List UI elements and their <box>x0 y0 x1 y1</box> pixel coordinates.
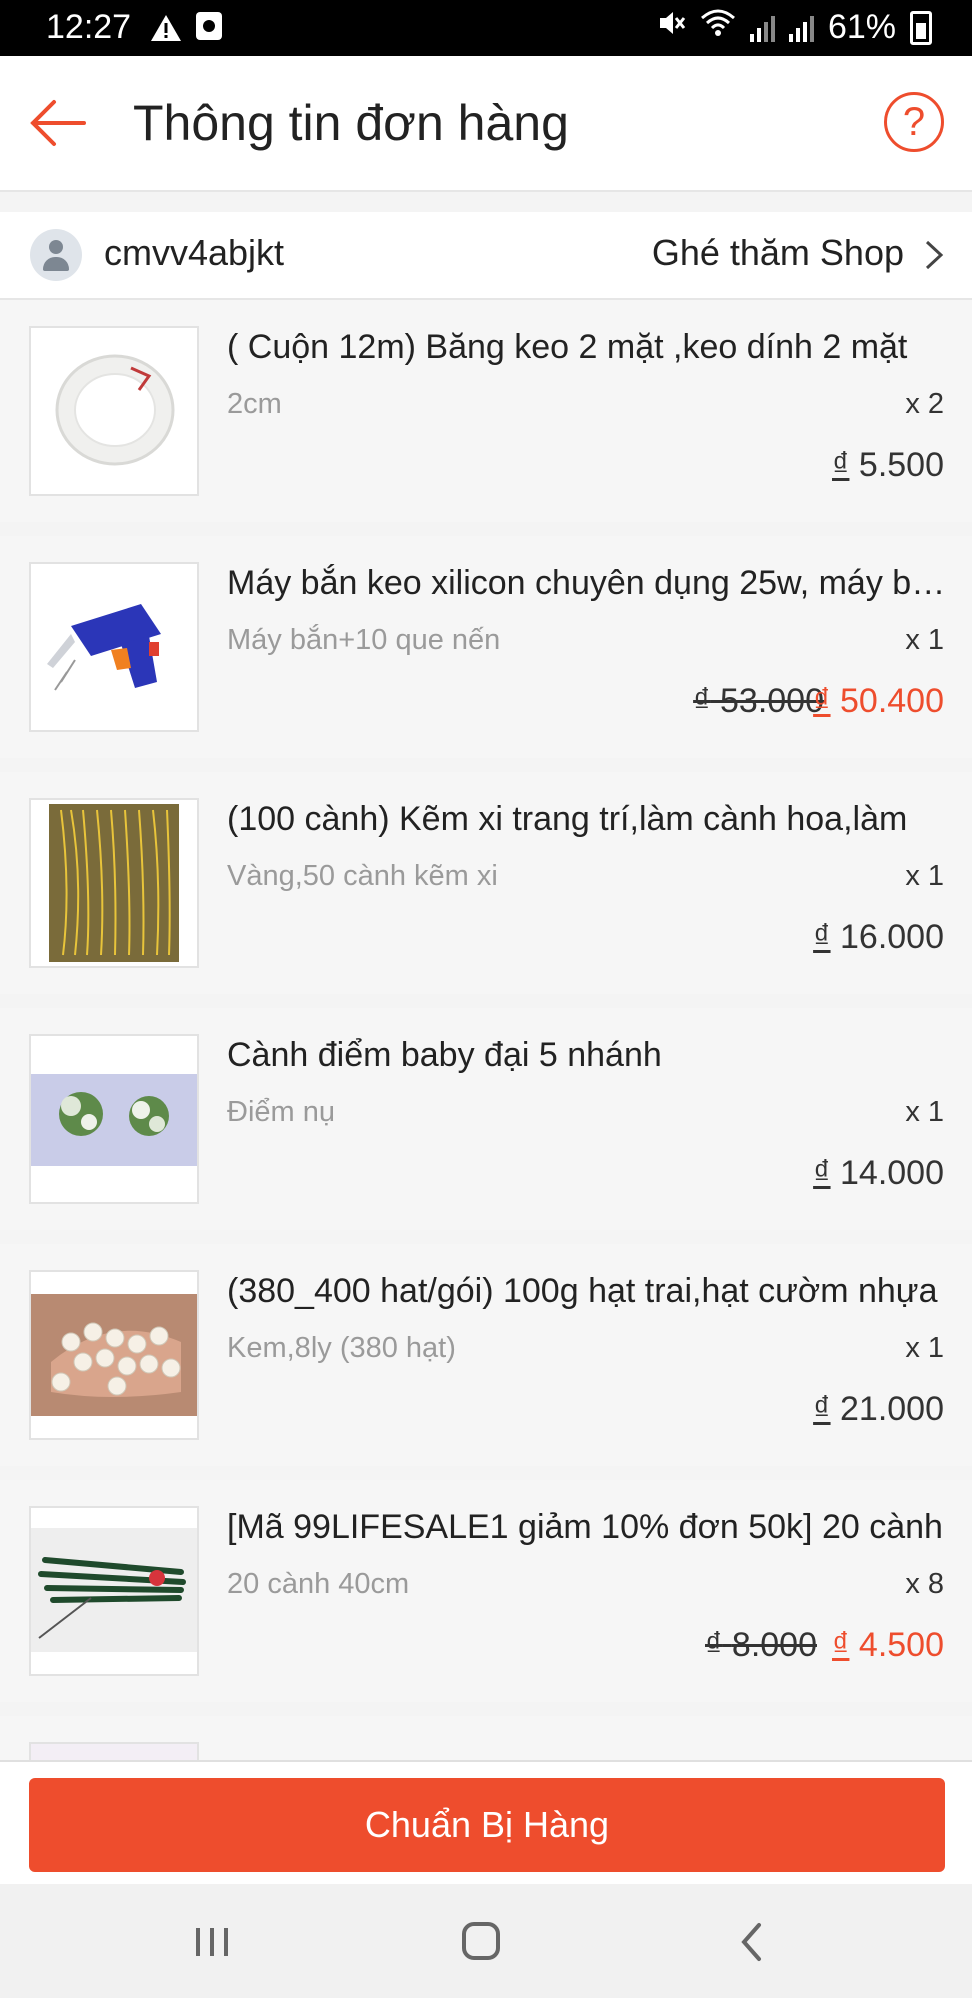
list-item[interactable]: ( Cuộn 12m) Băng keo 2 mặt ,keo dính 2 m… <box>0 300 972 522</box>
product-thumbnail-pearls <box>29 1270 199 1440</box>
shop-name: cmvv4abjkt <box>104 232 285 273</box>
list-item[interactable]: [Mã 99LIFESALE1 giảm 10% đơn 50k] 20 càn… <box>0 1480 972 1702</box>
item-name: (380_400 hat/gói) 100g hạt trai,hạt cườm… <box>227 1272 938 1310</box>
page-title: Thông tin đơn hàng <box>133 95 569 151</box>
item-variant: Vàng,50 cành kẽm xi <box>227 860 498 892</box>
item-quantity: x 1 <box>905 1096 944 1128</box>
signal-icon-2 <box>788 14 814 42</box>
list-item[interactable]: Máy bắn keo xilicon chuyên dụng 25w, máy… <box>0 536 972 758</box>
item-price: ₫ 16.000 <box>813 918 944 956</box>
item-quantity: x 1 <box>905 624 944 656</box>
product-thumbnail-stems <box>29 1506 199 1676</box>
back-arrow-icon[interactable] <box>28 98 88 148</box>
product-thumbnail-tape <box>29 326 199 496</box>
status-bar: 12:27 61% <box>0 0 972 56</box>
item-price: ₫ 50.400 <box>813 682 944 720</box>
item-variant: 20 cành 40cm <box>227 1568 410 1600</box>
item-quantity: x 1 <box>905 860 944 892</box>
help-icon[interactable]: ? <box>884 92 944 152</box>
product-thumbnail-partial <box>29 1742 199 1760</box>
item-name: Máy bắn keo xilicon chuyên dụng 25w, máy… <box>227 564 947 602</box>
list-item[interactable]: (380_400 hat/gói) 100g hạt trai,hạt cườm… <box>0 1244 972 1466</box>
status-time: 12:27 <box>46 8 132 46</box>
battery-icon <box>910 10 932 45</box>
item-name: (100 cành) Kẽm xi trang trí,làm cành hoa… <box>227 800 908 838</box>
item-quantity: x 8 <box>905 1568 944 1600</box>
chevron-right-icon <box>924 239 944 271</box>
product-thumbnail-glue-gun <box>29 562 199 732</box>
item-original-price: ₫ 53.000 <box>693 682 824 720</box>
list-item-partial[interactable] <box>0 1716 972 1760</box>
item-price: ₫ 21.000 <box>813 1390 944 1428</box>
item-variant: Kem,8ly (380 hạt) <box>227 1332 456 1364</box>
mute-icon <box>656 8 686 47</box>
item-name: [Mã 99LIFESALE1 giảm 10% đơn 50k] 20 càn… <box>227 1508 943 1546</box>
item-variant: 2cm <box>227 388 282 420</box>
item-variant: Máy bắn+10 que nến <box>227 624 501 656</box>
shop-avatar <box>30 229 82 281</box>
battery-percent: 61% <box>827 8 896 46</box>
list-item[interactable]: Cành điểm baby đại 5 nhánh Điểm nụ x 1 ₫… <box>0 1008 972 1230</box>
system-back-icon[interactable] <box>740 1922 762 1962</box>
screen-record-icon <box>196 12 222 40</box>
app-bar: Thông tin đơn hàng ? <box>0 56 972 192</box>
item-quantity: x 1 <box>905 1332 944 1364</box>
prepare-goods-button[interactable]: Chuẩn Bị Hàng <box>29 1778 945 1872</box>
list-item[interactable]: (100 cành) Kẽm xi trang trí,làm cành hoa… <box>0 772 972 994</box>
shop-bar[interactable]: cmvv4abjkt Ghé thăm Shop <box>0 212 972 300</box>
product-thumbnail-baby-flowers <box>29 1034 199 1204</box>
action-footer: Chuẩn Bị Hàng <box>0 1760 972 1886</box>
item-name: Cành điểm baby đại 5 nhánh <box>227 1036 662 1074</box>
visit-shop-link[interactable]: Ghé thăm Shop <box>652 232 904 274</box>
item-name: ( Cuộn 12m) Băng keo 2 mặt ,keo dính 2 m… <box>227 328 908 366</box>
home-icon[interactable] <box>462 1922 500 1960</box>
product-thumbnail-gold-wire <box>29 798 199 968</box>
wifi-icon <box>700 8 736 47</box>
item-price: ₫ 14.000 <box>813 1154 944 1192</box>
warning-icon <box>150 12 182 51</box>
recent-apps-icon[interactable] <box>192 1926 232 1958</box>
signal-icon <box>749 14 775 42</box>
item-original-price: ₫ 8.000 <box>705 1626 817 1664</box>
item-price: ₫ 4.500 <box>832 1626 944 1664</box>
item-variant: Điểm nụ <box>227 1096 335 1128</box>
item-quantity: x 2 <box>905 388 944 420</box>
system-nav-bar <box>0 1884 972 1998</box>
item-price: ₫ 5.500 <box>832 446 944 484</box>
